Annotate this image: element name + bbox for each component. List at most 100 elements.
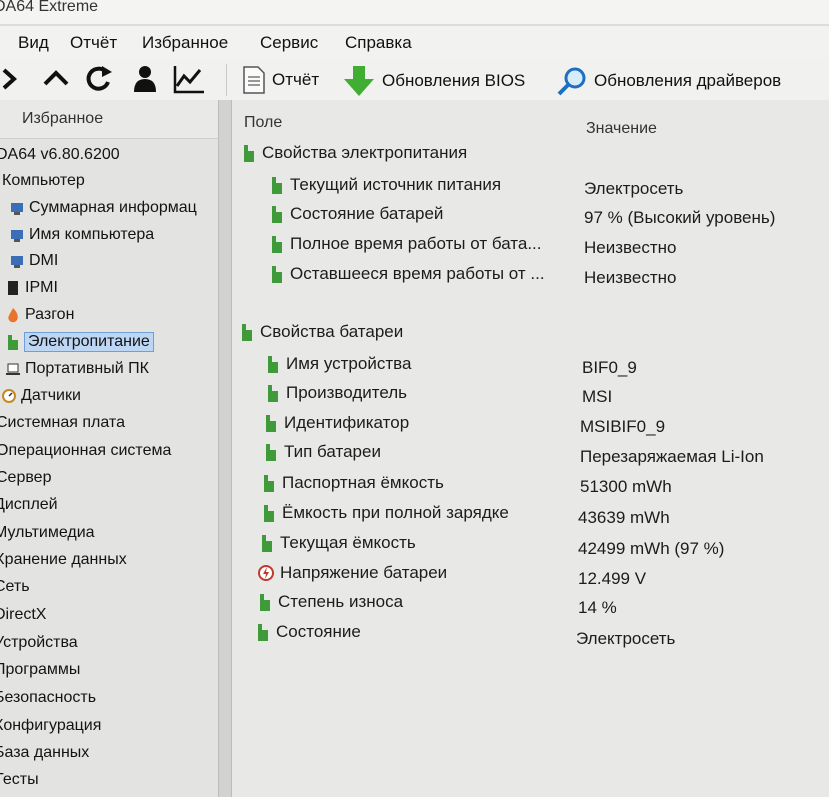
flame-icon	[8, 308, 18, 323]
table-row[interactable]: Состояние Электросеть	[232, 622, 829, 650]
refresh-icon[interactable]	[82, 62, 116, 96]
toolbar: Отчёт Обновления BIOS Обновления драйвер…	[0, 58, 829, 101]
download-arrow-icon	[344, 66, 374, 96]
field-name: Производитель	[286, 383, 408, 402]
sidebar-item-label: Системная плата	[0, 414, 125, 431]
field-name: Оставшееся время работы от ...	[290, 264, 545, 283]
menu-view[interactable]: Вид	[18, 33, 49, 53]
table-row[interactable]: Паспортная ёмкость 51300 mWh	[232, 473, 829, 501]
sidebar-item-computer-name[interactable]: Имя компьютера	[10, 222, 154, 248]
sidebar-item-label: Имя компьютера	[29, 226, 155, 243]
field-value: 42499 mWh (97 %)	[578, 539, 725, 558]
column-value[interactable]: Значение	[586, 120, 657, 138]
chart-icon[interactable]	[172, 62, 206, 96]
sidebar-item-label: Устройства	[0, 634, 78, 651]
battery-icon	[242, 324, 252, 341]
sidebar-header: Избранное	[0, 100, 218, 139]
sidebar-item-version[interactable]: DA64 v6.80.6200	[0, 142, 120, 168]
table-row[interactable]: Полное время работы от бата... Неизвестн…	[232, 234, 829, 262]
bios-updates-button[interactable]: Обновления BIOS	[342, 66, 525, 96]
driver-updates-button[interactable]: Обновления драйверов	[556, 66, 781, 96]
chevron-right-icon[interactable]	[0, 62, 34, 96]
table-row[interactable]: Текущая ёмкость 42499 mWh (97 %)	[232, 533, 829, 561]
pane-splitter[interactable]	[218, 100, 232, 797]
menu-report[interactable]: Отчёт	[70, 33, 117, 53]
title-bar: DA64 Extreme	[0, 0, 829, 24]
column-field[interactable]: Поле	[244, 114, 282, 132]
field-value: 43639 mWh	[578, 508, 670, 527]
battery-icon	[272, 206, 282, 223]
sidebar-item-summary[interactable]: Суммарная информац	[10, 195, 197, 221]
field-name: Полное время работы от бата...	[290, 234, 542, 253]
table-row[interactable]: Производитель MSI	[232, 383, 829, 411]
sidebar-item-computer[interactable]: Компьютер	[2, 168, 85, 194]
sidebar-item-display[interactable]: Дисплей	[0, 492, 58, 518]
sidebar-item-storage[interactable]: Хранение данных	[0, 547, 127, 573]
table-row[interactable]: Оставшееся время работы от ... Неизвестн…	[232, 264, 829, 292]
sidebar-item-security[interactable]: Безопасность	[0, 685, 96, 711]
menu-service[interactable]: Сервис	[260, 33, 318, 53]
menu-favorites[interactable]: Избранное	[142, 33, 228, 53]
sidebar-item-laptop[interactable]: Портативный ПК	[6, 356, 149, 382]
sidebar-item-label: Операционная система	[0, 442, 172, 459]
table-row[interactable]: Ёмкость при полной зарядке 43639 mWh	[232, 503, 829, 531]
sidebar-item-label: Программы	[0, 661, 81, 678]
menu-help[interactable]: Справка	[345, 33, 412, 53]
sidebar-item-label: Мультимедиа	[0, 524, 95, 541]
sidebar-item-tests[interactable]: Тесты	[0, 767, 39, 793]
sidebar-header-label: Избранное	[22, 110, 104, 127]
table-row[interactable]: Состояние батарей 97 % (Высокий уровень)	[232, 204, 829, 232]
sidebar-item-overclock[interactable]: Разгон	[6, 302, 74, 328]
table-row[interactable]: Степень износа 14 %	[232, 592, 829, 620]
summary-icon	[11, 203, 23, 215]
battery-icon	[266, 444, 276, 461]
sidebar-item-network[interactable]: Сеть	[0, 574, 30, 600]
sidebar-item-server[interactable]: Сервер	[0, 465, 51, 491]
battery-icon	[8, 335, 18, 350]
table-row[interactable]: Тип батареи Перезаряжаемая Li-Ion	[232, 442, 829, 470]
field-name: Напряжение батареи	[280, 563, 448, 582]
sidebar-item-label: Безопасность	[0, 689, 97, 706]
battery-icon	[244, 145, 254, 162]
table-row[interactable]: Имя устройства BIF0_9	[232, 354, 829, 382]
field-name: Текущий источник питания	[290, 175, 502, 194]
field-name: Паспортная ёмкость	[282, 473, 444, 492]
sidebar-item-database[interactable]: База данных	[0, 740, 89, 766]
sidebar-item-os[interactable]: Операционная система	[0, 438, 171, 464]
table-row[interactable]: Напряжение батареи 12.499 V	[232, 563, 829, 591]
sidebar-item-ipmi[interactable]: IPMI	[6, 275, 58, 301]
section-header[interactable]: Свойства электропитания	[232, 143, 829, 171]
sidebar-item-devices[interactable]: Устройства	[0, 630, 78, 656]
user-icon[interactable]	[128, 62, 162, 96]
chevron-up-icon[interactable]	[40, 62, 74, 96]
menu-bar: Вид Отчёт Избранное Сервис Справка	[0, 26, 829, 58]
battery-icon	[258, 624, 268, 641]
sidebar-item-label: Конфигурация	[0, 717, 102, 734]
battery-icon	[272, 177, 282, 194]
table-row[interactable]: Текущий источник питания Электросеть	[232, 175, 829, 203]
sidebar-item-label: Компьютер	[2, 172, 85, 189]
sidebar-item-label: Портативный ПК	[25, 360, 149, 377]
sensor-icon	[2, 389, 16, 403]
sidebar-item-dmi[interactable]: DMI	[10, 248, 58, 274]
section-header[interactable]: Свойства батареи	[232, 322, 829, 350]
sidebar-item-multimedia[interactable]: Мультимедиа	[0, 520, 95, 546]
sidebar-item-configuration[interactable]: Конфигурация	[0, 713, 101, 739]
sidebar-item-directx[interactable]: DirectX	[0, 602, 46, 628]
sidebar-item-label: Разгон	[25, 306, 75, 323]
field-value: Неизвестно	[584, 238, 677, 257]
battery-icon	[262, 535, 272, 552]
sidebar-item-programs[interactable]: Программы	[0, 657, 80, 683]
voltage-icon	[258, 565, 274, 581]
sidebar-item-label: Суммарная информац	[29, 199, 197, 216]
sidebar-item-sensors[interactable]: Датчики	[2, 383, 81, 409]
field-value: 14 %	[578, 598, 617, 617]
report-button[interactable]: Отчёт	[242, 66, 319, 94]
field-value: 12.499 V	[578, 569, 647, 588]
sidebar-item-motherboard[interactable]: Системная плата	[0, 410, 125, 436]
sidebar-item-power[interactable]: Электропитание	[6, 329, 154, 355]
battery-icon	[272, 236, 282, 253]
table-row[interactable]: Идентификатор MSIBIF0_9	[232, 413, 829, 441]
field-name: Состояние	[276, 622, 361, 641]
ipmi-icon	[8, 281, 18, 295]
